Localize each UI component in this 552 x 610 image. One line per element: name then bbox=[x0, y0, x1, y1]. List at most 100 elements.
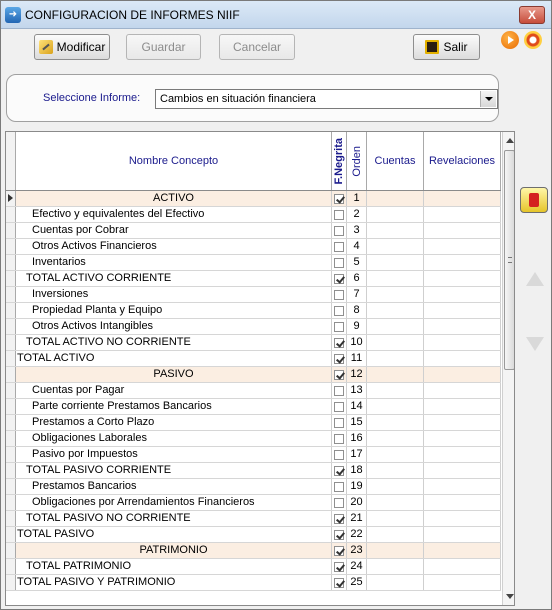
table-row[interactable]: TOTAL ACTIVO NO CORRIENTE 10 bbox=[6, 335, 501, 351]
row-selector[interactable] bbox=[6, 543, 16, 558]
order-cell[interactable]: 11 bbox=[347, 351, 367, 366]
row-selector[interactable] bbox=[6, 495, 16, 510]
table-row[interactable]: Efectivo y equivalentes del Efectivo 2 bbox=[6, 207, 501, 223]
revelaciones-cell[interactable] bbox=[424, 255, 501, 270]
cuentas-cell[interactable] bbox=[367, 463, 424, 478]
concept-name-cell[interactable]: Obligaciones por Arrendamientos Financie… bbox=[16, 495, 332, 510]
scroll-up-icon[interactable] bbox=[506, 138, 514, 143]
cuentas-cell[interactable] bbox=[367, 575, 424, 590]
row-selector[interactable] bbox=[6, 559, 16, 574]
revelaciones-cell[interactable] bbox=[424, 319, 501, 334]
bold-checkbox[interactable] bbox=[334, 497, 344, 508]
concept-name-cell[interactable]: Obligaciones Laborales bbox=[16, 431, 332, 446]
cuentas-cell[interactable] bbox=[367, 303, 424, 318]
table-row[interactable]: PASIVO 12 bbox=[6, 367, 501, 383]
table-row[interactable]: Parte corriente Prestamos Bancarios 14 bbox=[6, 399, 501, 415]
bold-checkbox[interactable] bbox=[334, 353, 344, 364]
bold-checkbox[interactable] bbox=[334, 433, 344, 444]
revelaciones-cell[interactable] bbox=[424, 495, 501, 510]
chevron-down-icon[interactable] bbox=[480, 91, 496, 107]
cuentas-cell[interactable] bbox=[367, 223, 424, 238]
table-row[interactable]: Prestamos a Corto Plazo 15 bbox=[6, 415, 501, 431]
row-selector[interactable] bbox=[6, 479, 16, 494]
cuentas-cell[interactable] bbox=[367, 431, 424, 446]
bold-checkbox[interactable] bbox=[334, 289, 344, 300]
report-select[interactable]: Cambios en situación financiera bbox=[155, 89, 498, 109]
concept-name-cell[interactable]: Otros Activos Financieros bbox=[16, 239, 332, 254]
revelaciones-cell[interactable] bbox=[424, 479, 501, 494]
bold-checkbox[interactable] bbox=[334, 529, 344, 540]
bold-checkbox[interactable] bbox=[334, 369, 344, 380]
concept-name-cell[interactable]: Parte corriente Prestamos Bancarios bbox=[16, 399, 332, 414]
order-cell[interactable]: 7 bbox=[347, 287, 367, 302]
revelaciones-cell[interactable] bbox=[424, 335, 501, 350]
bold-checkbox[interactable] bbox=[334, 401, 344, 412]
order-cell[interactable]: 19 bbox=[347, 479, 367, 494]
cancelar-button[interactable]: Cancelar bbox=[219, 34, 295, 60]
header-orden[interactable]: Orden bbox=[347, 132, 367, 190]
concept-name-cell[interactable]: PASIVO bbox=[16, 367, 332, 382]
revelaciones-cell[interactable] bbox=[424, 223, 501, 238]
move-down-icon[interactable] bbox=[526, 337, 544, 351]
revelaciones-cell[interactable] bbox=[424, 207, 501, 222]
revelaciones-cell[interactable] bbox=[424, 415, 501, 430]
row-selector[interactable] bbox=[6, 351, 16, 366]
bold-checkbox[interactable] bbox=[334, 465, 344, 476]
row-selector[interactable] bbox=[6, 335, 16, 350]
order-cell[interactable]: 13 bbox=[347, 383, 367, 398]
concept-name-cell[interactable]: ACTIVO bbox=[16, 191, 332, 206]
table-row[interactable]: Obligaciones por Arrendamientos Financie… bbox=[6, 495, 501, 511]
row-selector[interactable] bbox=[6, 463, 16, 478]
table-row[interactable]: TOTAL PASIVO NO CORRIENTE 21 bbox=[6, 511, 501, 527]
cuentas-cell[interactable] bbox=[367, 399, 424, 414]
cuentas-cell[interactable] bbox=[367, 495, 424, 510]
order-cell[interactable]: 16 bbox=[347, 431, 367, 446]
revelaciones-cell[interactable] bbox=[424, 511, 501, 526]
table-row[interactable]: Pasivo por Impuestos 17 bbox=[6, 447, 501, 463]
order-cell[interactable]: 3 bbox=[347, 223, 367, 238]
table-row[interactable]: Obligaciones Laborales 16 bbox=[6, 431, 501, 447]
row-selector[interactable] bbox=[6, 319, 16, 334]
header-f-negrita[interactable]: F.Negrita bbox=[332, 132, 347, 190]
concept-name-cell[interactable]: Efectivo y equivalentes del Efectivo bbox=[16, 207, 332, 222]
cuentas-cell[interactable] bbox=[367, 335, 424, 350]
table-row[interactable]: TOTAL ACTIVO 11 bbox=[6, 351, 501, 367]
order-cell[interactable]: 20 bbox=[347, 495, 367, 510]
row-selector[interactable] bbox=[6, 287, 16, 302]
table-row[interactable]: Otros Activos Intangibles 9 bbox=[6, 319, 501, 335]
cuentas-cell[interactable] bbox=[367, 479, 424, 494]
revelaciones-cell[interactable] bbox=[424, 447, 501, 462]
table-row[interactable]: PATRIMONIO 23 bbox=[6, 543, 501, 559]
row-selector[interactable] bbox=[6, 271, 16, 286]
row-selector[interactable] bbox=[6, 255, 16, 270]
table-row[interactable]: Inversiones 7 bbox=[6, 287, 501, 303]
row-selector[interactable] bbox=[6, 399, 16, 414]
table-row[interactable]: Prestamos Bancarios 19 bbox=[6, 479, 501, 495]
bold-checkbox[interactable] bbox=[334, 577, 344, 588]
concept-name-cell[interactable]: TOTAL ACTIVO bbox=[16, 351, 332, 366]
row-selector[interactable] bbox=[6, 191, 16, 206]
row-selector[interactable] bbox=[6, 511, 16, 526]
row-selector[interactable] bbox=[6, 239, 16, 254]
bold-checkbox[interactable] bbox=[334, 321, 344, 332]
revelaciones-cell[interactable] bbox=[424, 303, 501, 318]
table-row[interactable]: TOTAL PATRIMONIO 24 bbox=[6, 559, 501, 575]
row-selector[interactable] bbox=[6, 431, 16, 446]
revelaciones-cell[interactable] bbox=[424, 543, 501, 558]
concept-name-cell[interactable]: Propiedad Planta y Equipo bbox=[16, 303, 332, 318]
export-icon[interactable] bbox=[520, 187, 548, 213]
order-cell[interactable]: 17 bbox=[347, 447, 367, 462]
bold-checkbox[interactable] bbox=[334, 209, 344, 220]
scroll-down-icon[interactable] bbox=[506, 594, 514, 599]
cuentas-cell[interactable] bbox=[367, 511, 424, 526]
revelaciones-cell[interactable] bbox=[424, 559, 501, 574]
concept-name-cell[interactable]: Inversiones bbox=[16, 287, 332, 302]
concept-name-cell[interactable]: TOTAL PASIVO CORRIENTE bbox=[16, 463, 332, 478]
row-selector[interactable] bbox=[6, 447, 16, 462]
cuentas-cell[interactable] bbox=[367, 447, 424, 462]
order-cell[interactable]: 10 bbox=[347, 335, 367, 350]
revelaciones-cell[interactable] bbox=[424, 463, 501, 478]
cuentas-cell[interactable] bbox=[367, 287, 424, 302]
header-cuentas[interactable]: Cuentas bbox=[367, 132, 424, 190]
revelaciones-cell[interactable] bbox=[424, 527, 501, 542]
